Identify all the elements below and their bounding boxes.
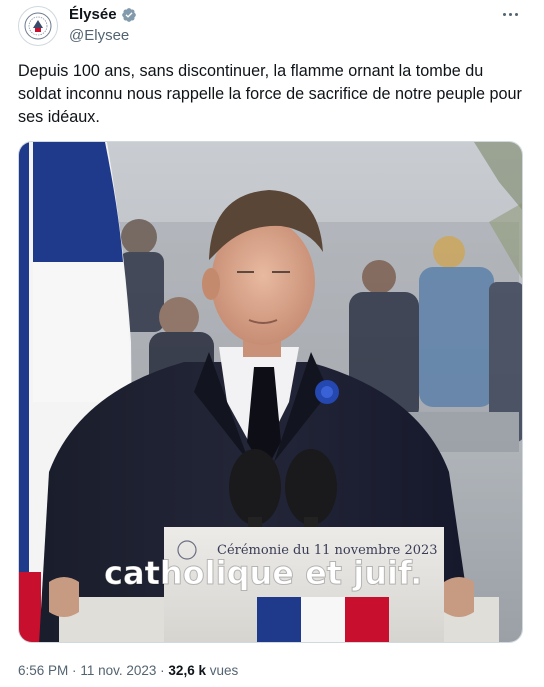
- verified-badge-icon: [121, 7, 137, 23]
- video-frame: Cérémonie du 11 novembre 2023 catholique…: [19, 142, 522, 642]
- republique-seal-icon: [24, 12, 52, 40]
- tweet-date[interactable]: 11 nov. 2023: [80, 663, 156, 678]
- author-handle[interactable]: @Elysee: [69, 27, 129, 44]
- meta-separator: ·: [160, 663, 165, 678]
- tweet-meta: 6:56 PM · 11 nov. 2023 · 32,6 k vues: [18, 663, 238, 678]
- tweet-time[interactable]: 6:56 PM: [18, 663, 68, 678]
- views-count[interactable]: 32,6 k: [168, 663, 206, 678]
- more-options-icon[interactable]: [498, 4, 522, 24]
- avatar[interactable]: [18, 6, 58, 46]
- meta-separator: ·: [72, 663, 77, 678]
- tweet-text: Depuis 100 ans, sans discontinuer, la fl…: [18, 62, 522, 126]
- video-caption: catholique et juif.: [104, 554, 422, 592]
- views-label: vues: [209, 663, 239, 678]
- display-name[interactable]: Élysée: [69, 6, 117, 23]
- author-name-row: Élysée: [69, 6, 137, 23]
- video-player[interactable]: Cérémonie du 11 novembre 2023 catholique…: [18, 141, 523, 643]
